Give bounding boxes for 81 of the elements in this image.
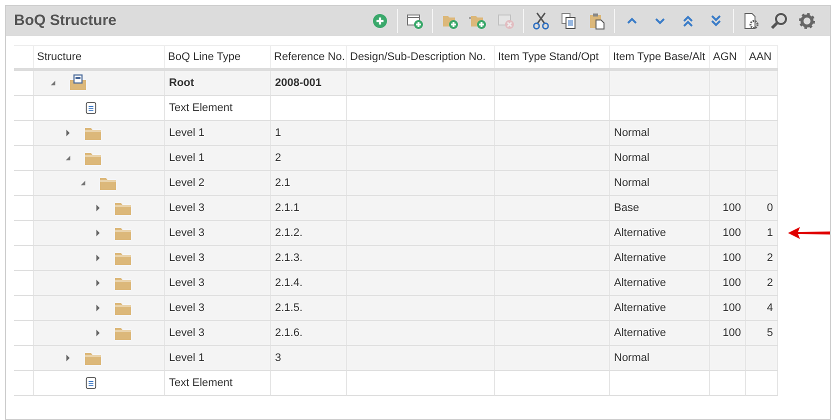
table-cell-text: 100 xyxy=(722,326,741,341)
text-document-icon xyxy=(84,101,98,115)
table-cell-text: Text Element xyxy=(169,376,233,391)
table-cell-text: Level 3 xyxy=(169,200,204,216)
table-cell-text: Alternative xyxy=(614,226,666,241)
document-gear-icon[interactable] xyxy=(742,12,760,30)
table-cell-text: Normal xyxy=(614,176,650,191)
table-cell-text: 2 xyxy=(766,250,773,266)
table-cell-text: Base xyxy=(614,200,640,216)
table-cell-text: Root xyxy=(169,76,194,91)
table-cell-text: Level 3 xyxy=(169,250,204,266)
table-cell-text: Alternative xyxy=(614,300,666,316)
table-row[interactable]: Level 1 2 Normal xyxy=(14,146,778,171)
column-header[interactable]: Reference No. xyxy=(271,46,347,68)
column-header[interactable]: AAN xyxy=(746,46,778,68)
table-cell-text: 2 xyxy=(766,276,773,291)
expanded-toggle-icon[interactable] xyxy=(78,178,88,188)
column-header[interactable]: Item Type Stand/Opt xyxy=(495,46,610,68)
table-row[interactable]: Level 3 2.1.5. Alternative 100 4 xyxy=(14,296,778,321)
table-cell-text: 2.1.3. xyxy=(275,250,303,266)
table-cell-text: 2.1.6. xyxy=(275,326,303,341)
copy-icon[interactable] xyxy=(560,12,578,30)
table-row[interactable]: Level 1 1 Normal xyxy=(14,121,778,146)
table-cell-text: 2 xyxy=(275,150,282,166)
scissors-icon[interactable] xyxy=(532,12,550,30)
search-icon[interactable] xyxy=(770,12,788,30)
table-cell-text: 2.1.4. xyxy=(275,276,303,291)
expanded-toggle-icon[interactable] xyxy=(63,153,73,163)
table-row[interactable]: Level 3 2.1.6. Alternative 100 5 xyxy=(14,321,778,346)
expanded-toggle-icon[interactable] xyxy=(48,78,58,88)
table-cell-text: Level 3 xyxy=(169,326,204,341)
table-row[interactable]: Root 2008-001 xyxy=(14,71,778,96)
table-cell-text: 2.1.5. xyxy=(275,300,303,316)
table-cell-text: 100 xyxy=(722,226,741,241)
table-cell-text: 100 xyxy=(722,200,741,216)
table-row[interactable]: Level 3 2.1.1 Base 100 0 xyxy=(14,196,778,221)
folder-add-icon[interactable] xyxy=(406,12,424,30)
table-cell-text: Alternative xyxy=(614,250,666,266)
add-icon[interactable] xyxy=(371,12,389,30)
table-cell-text: 2.1.1 xyxy=(275,200,300,216)
table-cell-text: 0 xyxy=(766,200,773,216)
column-header[interactable]: Item Type Base/Alt xyxy=(610,46,710,68)
table-cell-text: 100 xyxy=(722,250,741,266)
paste-icon[interactable] xyxy=(588,12,606,30)
table-row[interactable]: Level 2 2.1 Normal xyxy=(14,171,778,196)
table-cell-text: Level 1 xyxy=(169,126,204,141)
table-row[interactable]: Level 1 3 Normal xyxy=(14,346,778,371)
table-cell-text: Normal xyxy=(614,126,650,141)
table-cell-text: 2.1 xyxy=(275,176,290,191)
table-cell-text: Normal xyxy=(614,350,650,366)
table-cell-text: 2008-001 xyxy=(275,76,322,91)
table-cell-text: Level 1 xyxy=(169,350,204,366)
table-cell-text: 2.1.2. xyxy=(275,226,303,241)
table-cell-text: 5 xyxy=(766,326,773,341)
table-cell-text: Level 3 xyxy=(169,226,204,241)
table-cell-text: Level 1 xyxy=(169,150,204,166)
table-cell-text: Alternative xyxy=(614,326,666,341)
table-cell-text: 100 xyxy=(722,276,741,291)
table-row[interactable]: Text Element xyxy=(14,371,778,396)
column-header[interactable]: AGN xyxy=(710,46,746,68)
table-cell-text: Level 3 xyxy=(169,276,204,291)
table-cell-text: Level 2 xyxy=(169,176,204,191)
table-cell-text: Text Element xyxy=(169,100,233,116)
settings-icon[interactable] xyxy=(798,12,816,30)
column-header[interactable]: Design/Sub-Description No. xyxy=(347,46,495,68)
table-cell-text: Normal xyxy=(614,150,650,166)
table-cell-text: 3 xyxy=(275,350,282,366)
table-cell-text: 1 xyxy=(766,226,773,241)
folder-document-icon xyxy=(69,74,87,92)
table-row[interactable]: Level 3 2.1.4. Alternative 100 2 xyxy=(14,271,778,296)
table-row[interactable]: Level 3 2.1.3. Alternative 100 2 xyxy=(14,246,778,271)
table-cell-text: Alternative xyxy=(614,276,666,291)
column-header[interactable]: BoQ Line Type xyxy=(165,46,271,68)
table-row[interactable]: Text Element xyxy=(14,96,778,121)
table-cell-text: 1 xyxy=(275,126,282,141)
table-cell-text: 4 xyxy=(766,300,773,316)
text-document-icon xyxy=(84,376,98,390)
column-header[interactable]: Structure xyxy=(34,46,165,68)
table-cell-text: Level 3 xyxy=(169,300,204,316)
table-cell-text: 100 xyxy=(722,300,741,316)
panel-title: BoQ Structure xyxy=(14,10,117,31)
